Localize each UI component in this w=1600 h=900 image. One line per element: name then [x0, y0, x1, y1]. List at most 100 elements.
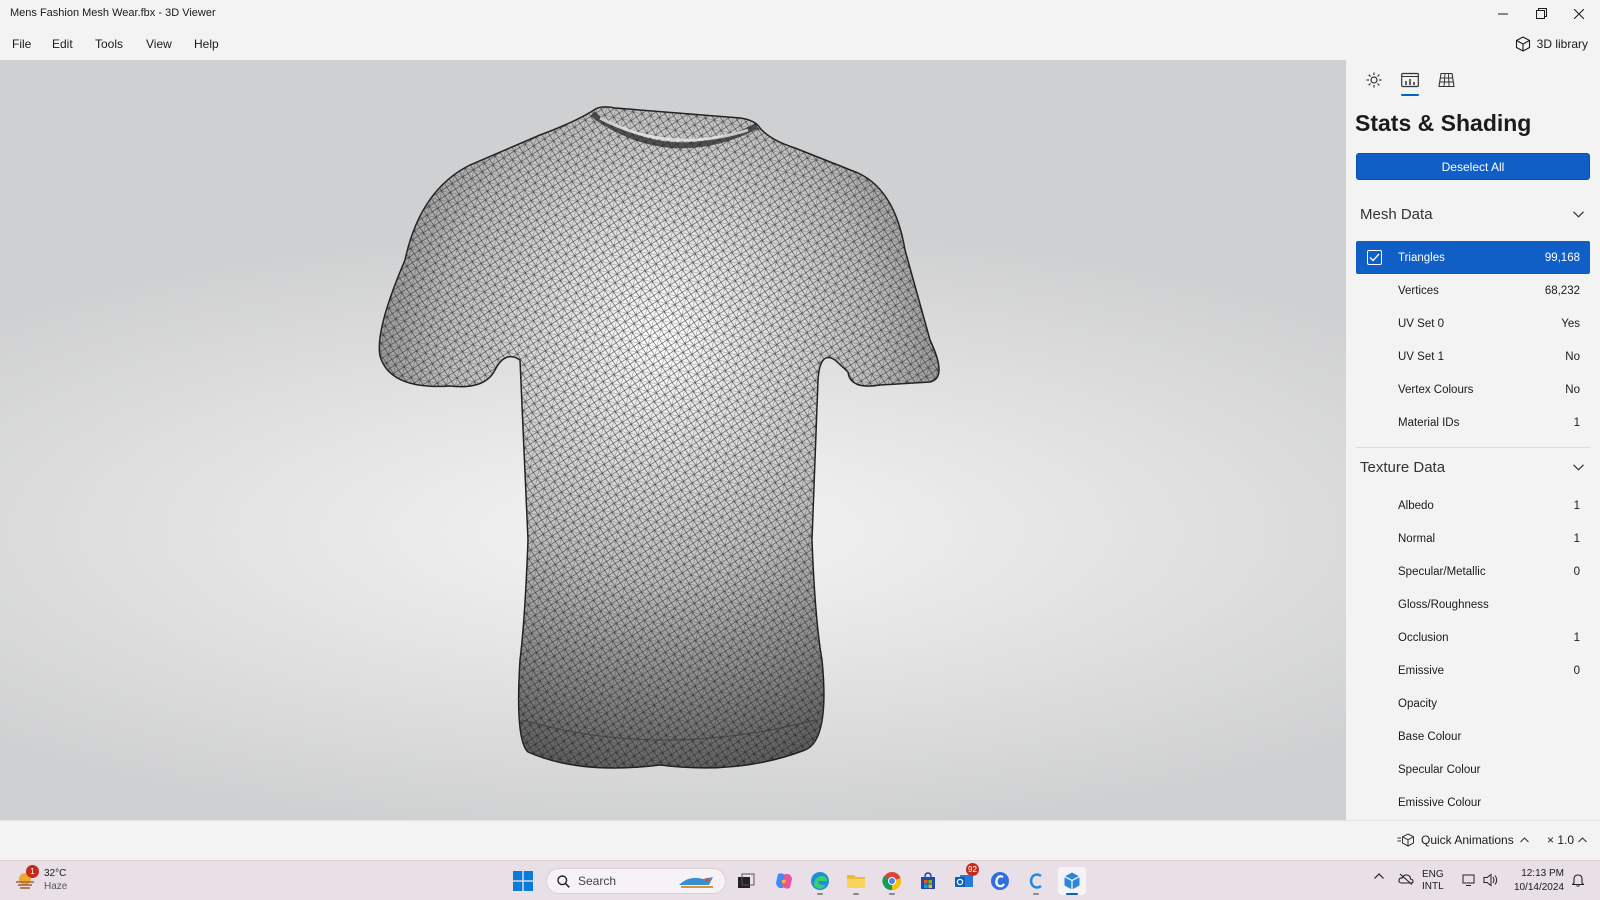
- task-view-button[interactable]: [732, 867, 760, 895]
- specular-metallic-row[interactable]: Specular/Metallic 0: [1356, 555, 1590, 588]
- quick-animations-button[interactable]: Quick Animations: [1397, 833, 1529, 847]
- row-value: No: [1565, 383, 1580, 396]
- chrome-app[interactable]: [878, 867, 906, 895]
- checkbox-checked-icon[interactable]: [1367, 250, 1382, 265]
- normal-row[interactable]: Normal 1: [1356, 522, 1590, 555]
- cortana-app[interactable]: [1022, 867, 1050, 895]
- menu-tools[interactable]: Tools: [95, 37, 123, 51]
- search-icon: [557, 874, 570, 888]
- taskbar: 1 32°C Haze Search 92 ENG INTL 12:13 PM …: [0, 860, 1600, 900]
- menu-bar: File Edit Tools View Help 3D library: [0, 27, 1600, 60]
- copilot-app[interactable]: [770, 867, 798, 895]
- chevron-up-icon: [1578, 837, 1587, 843]
- file-explorer-app[interactable]: [842, 867, 870, 895]
- row-label: Emissive Colour: [1398, 796, 1482, 809]
- material-ids-row[interactable]: Material IDs 1: [1356, 406, 1590, 439]
- row-label: Specular/Metallic: [1398, 565, 1486, 578]
- weather-text: 32°C Haze: [44, 867, 67, 893]
- onedrive-tray[interactable]: [1398, 873, 1414, 888]
- row-value: 1: [1573, 532, 1580, 545]
- base-colour-row[interactable]: Base Colour: [1356, 720, 1590, 753]
- mail-badge: 92: [966, 863, 979, 876]
- menu-help[interactable]: Help: [194, 37, 219, 51]
- haze-weather-icon: 1: [14, 865, 39, 891]
- copilot-icon: [776, 873, 792, 889]
- weather-widget[interactable]: 1 32°C Haze: [14, 865, 67, 893]
- row-label: Specular Colour: [1398, 763, 1481, 776]
- edge-app[interactable]: [806, 867, 834, 895]
- occlusion-row[interactable]: Occlusion 1: [1356, 621, 1590, 654]
- row-label: Triangles: [1398, 251, 1445, 264]
- mesh-data-label: Mesh Data: [1360, 205, 1433, 223]
- row-label: Occlusion: [1398, 631, 1449, 644]
- emissive-colour-row[interactable]: Emissive Colour: [1356, 786, 1590, 819]
- speed-label: × 1.0: [1547, 833, 1575, 847]
- row-value: 68,232: [1544, 284, 1580, 297]
- chevron-down-icon: [1573, 463, 1584, 471]
- minimize-button[interactable]: [1484, 0, 1522, 27]
- menu-view[interactable]: View: [146, 37, 172, 51]
- 3d-viewport[interactable]: [0, 60, 1346, 820]
- taskbar-search[interactable]: Search: [546, 868, 726, 894]
- menu-file[interactable]: File: [12, 37, 31, 51]
- gloss-roughness-row[interactable]: Gloss/Roughness: [1356, 588, 1590, 621]
- clock-time: 12:13 PM: [1521, 868, 1564, 879]
- language-indicator[interactable]: ENG INTL: [1422, 869, 1444, 893]
- running-indicator: [1066, 893, 1078, 895]
- texture-data-label: Texture Data: [1360, 458, 1446, 476]
- tray-overflow-button[interactable]: [1374, 871, 1384, 882]
- 3d-library-button[interactable]: 3D library: [1515, 34, 1588, 54]
- animation-cube-icon: [1397, 833, 1414, 847]
- 3d-library-label: 3D library: [1536, 37, 1588, 51]
- chevron-up-icon: [1374, 873, 1384, 879]
- store-app[interactable]: [914, 867, 942, 895]
- weather-temp: 32°C: [44, 868, 67, 879]
- emissive-row[interactable]: Emissive 0: [1356, 654, 1590, 687]
- row-label: Opacity: [1398, 697, 1437, 710]
- row-label: Albedo: [1398, 499, 1434, 512]
- panel-title: Stats & Shading: [1355, 110, 1532, 136]
- language-line1: ENG: [1422, 869, 1444, 880]
- restore-button[interactable]: [1522, 0, 1560, 27]
- grid-icon: [1437, 72, 1455, 88]
- albedo-row[interactable]: Albedo 1: [1356, 489, 1590, 522]
- animation-bar: Quick Animations × 1.0: [0, 820, 1600, 860]
- deselect-all-button[interactable]: Deselect All: [1356, 153, 1590, 180]
- row-label: Vertices: [1398, 284, 1439, 297]
- uv-set-0-row[interactable]: UV Set 0 Yes: [1356, 307, 1590, 340]
- specular-colour-row[interactable]: Specular Colour: [1356, 753, 1590, 786]
- vertex-colours-row[interactable]: Vertex Colours No: [1356, 373, 1590, 406]
- chevron-down-icon: [1573, 210, 1584, 218]
- task-view-icon: [738, 873, 755, 888]
- close-button[interactable]: [1560, 0, 1598, 27]
- menu-edit[interactable]: Edit: [52, 37, 73, 51]
- stats-panel: Stats & Shading Deselect All Mesh Data T…: [1346, 60, 1600, 820]
- clock[interactable]: 12:13 PM 10/14/2024: [1510, 867, 1564, 895]
- start-button[interactable]: [513, 871, 533, 894]
- copilot-pwa-app[interactable]: [986, 867, 1014, 895]
- sun-icon: [1366, 72, 1382, 88]
- close-icon: [1574, 8, 1584, 19]
- quick-settings[interactable]: [1462, 873, 1500, 890]
- triangles-row[interactable]: Triangles 99,168: [1356, 241, 1590, 274]
- clock-date: 10/14/2024: [1513, 882, 1564, 893]
- running-indicator: [889, 893, 895, 895]
- notifications-button[interactable]: [1571, 873, 1585, 890]
- opacity-row[interactable]: Opacity: [1356, 687, 1590, 720]
- store-icon: [921, 872, 935, 889]
- edge-icon: [811, 872, 829, 890]
- 3d-viewer-app[interactable]: [1058, 867, 1086, 895]
- stats-tab[interactable]: [1398, 68, 1422, 96]
- texture-data-header[interactable]: Texture Data: [1356, 452, 1590, 482]
- grid-tab[interactable]: [1434, 68, 1458, 92]
- search-highlight-icon: [679, 877, 713, 888]
- lighting-tab[interactable]: [1362, 68, 1386, 92]
- row-label: Normal: [1398, 532, 1436, 545]
- vertices-row[interactable]: Vertices 68,232: [1356, 274, 1590, 307]
- uv-set-1-row[interactable]: UV Set 1 No: [1356, 340, 1590, 373]
- t-shirt-wireframe-icon: [378, 106, 940, 769]
- mesh-data-header[interactable]: Mesh Data: [1356, 199, 1590, 229]
- cloud-off-icon: [1398, 873, 1414, 885]
- playback-speed-button[interactable]: × 1.0: [1547, 833, 1587, 847]
- outlook-app[interactable]: 92: [950, 863, 979, 895]
